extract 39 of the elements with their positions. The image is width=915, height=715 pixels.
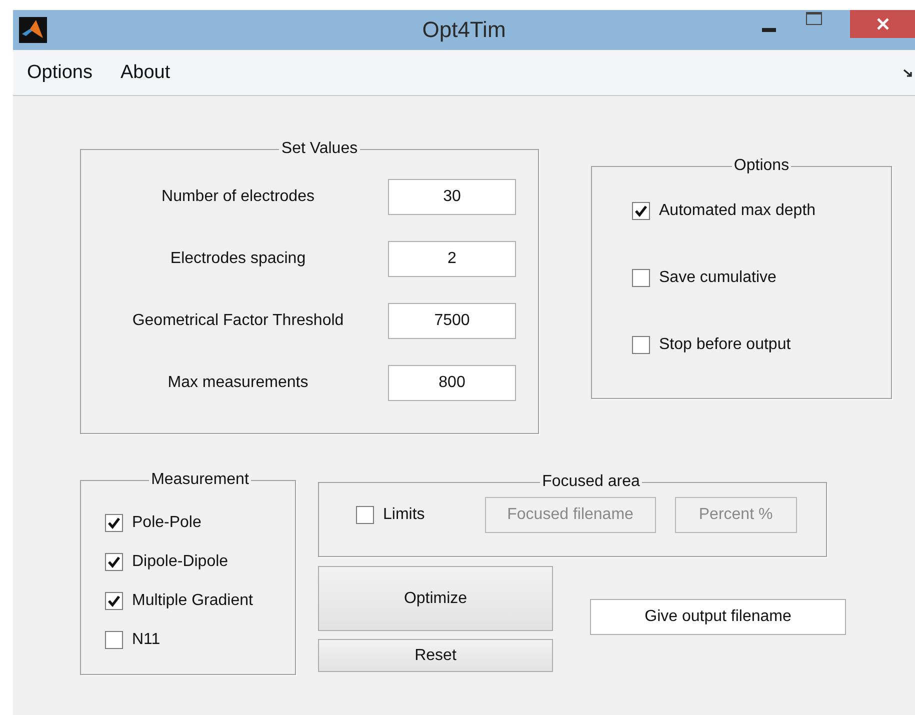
checkbox[interactable] [632, 202, 650, 220]
panel-title: Options [732, 157, 790, 175]
field-label: Electrodes spacing [169, 250, 307, 268]
checkbox-label: Save cumulative [659, 269, 776, 287]
checkbox-label: N11 [132, 631, 160, 649]
checkbox[interactable] [632, 269, 650, 287]
input-field[interactable]: 7500 [388, 302, 516, 338]
checkbox-label: Automated max depth [659, 202, 816, 220]
close-button[interactable] [850, 10, 915, 38]
checkbox-label: Pole-Pole [132, 514, 202, 532]
input-field[interactable]: 2 [388, 240, 516, 276]
panel-title: Measurement [150, 471, 250, 489]
menu-item[interactable]: About [120, 62, 170, 84]
checkbox[interactable] [105, 592, 123, 610]
maximize-icon[interactable] [806, 12, 822, 25]
checkbox-label: Dipole-Dipole [132, 553, 228, 571]
checkbox[interactable] [105, 631, 123, 649]
reset-button[interactable]: Reset [318, 639, 553, 672]
checkbox-label: Limits [383, 506, 425, 524]
menu-item[interactable]: Options [27, 62, 92, 84]
field-label: Number of electrodes [160, 188, 316, 206]
checkbox[interactable] [632, 336, 650, 354]
input-field[interactable]: 800 [388, 364, 516, 400]
close-icon [876, 17, 890, 31]
dock-icon[interactable] [903, 68, 913, 76]
checkbox[interactable] [105, 514, 123, 532]
field-label: Max measurements [166, 374, 310, 392]
panel-title: Focused area [541, 473, 641, 491]
output-filename-field[interactable]: Give output filename [590, 599, 846, 635]
panel-title: Set Values [280, 140, 359, 158]
field-label: Geometrical Factor Threshold [131, 312, 345, 330]
checkbox[interactable] [105, 553, 123, 571]
window-title: Opt4Tim [422, 17, 506, 43]
checkbox[interactable] [356, 506, 374, 524]
app-icon [19, 17, 47, 43]
optimize-button[interactable]: Optimize [318, 566, 553, 631]
checkbox-label: Stop before output [659, 336, 791, 354]
checkbox-label: Multiple Gradient [132, 592, 253, 610]
input-field[interactable]: 30 [388, 178, 516, 214]
